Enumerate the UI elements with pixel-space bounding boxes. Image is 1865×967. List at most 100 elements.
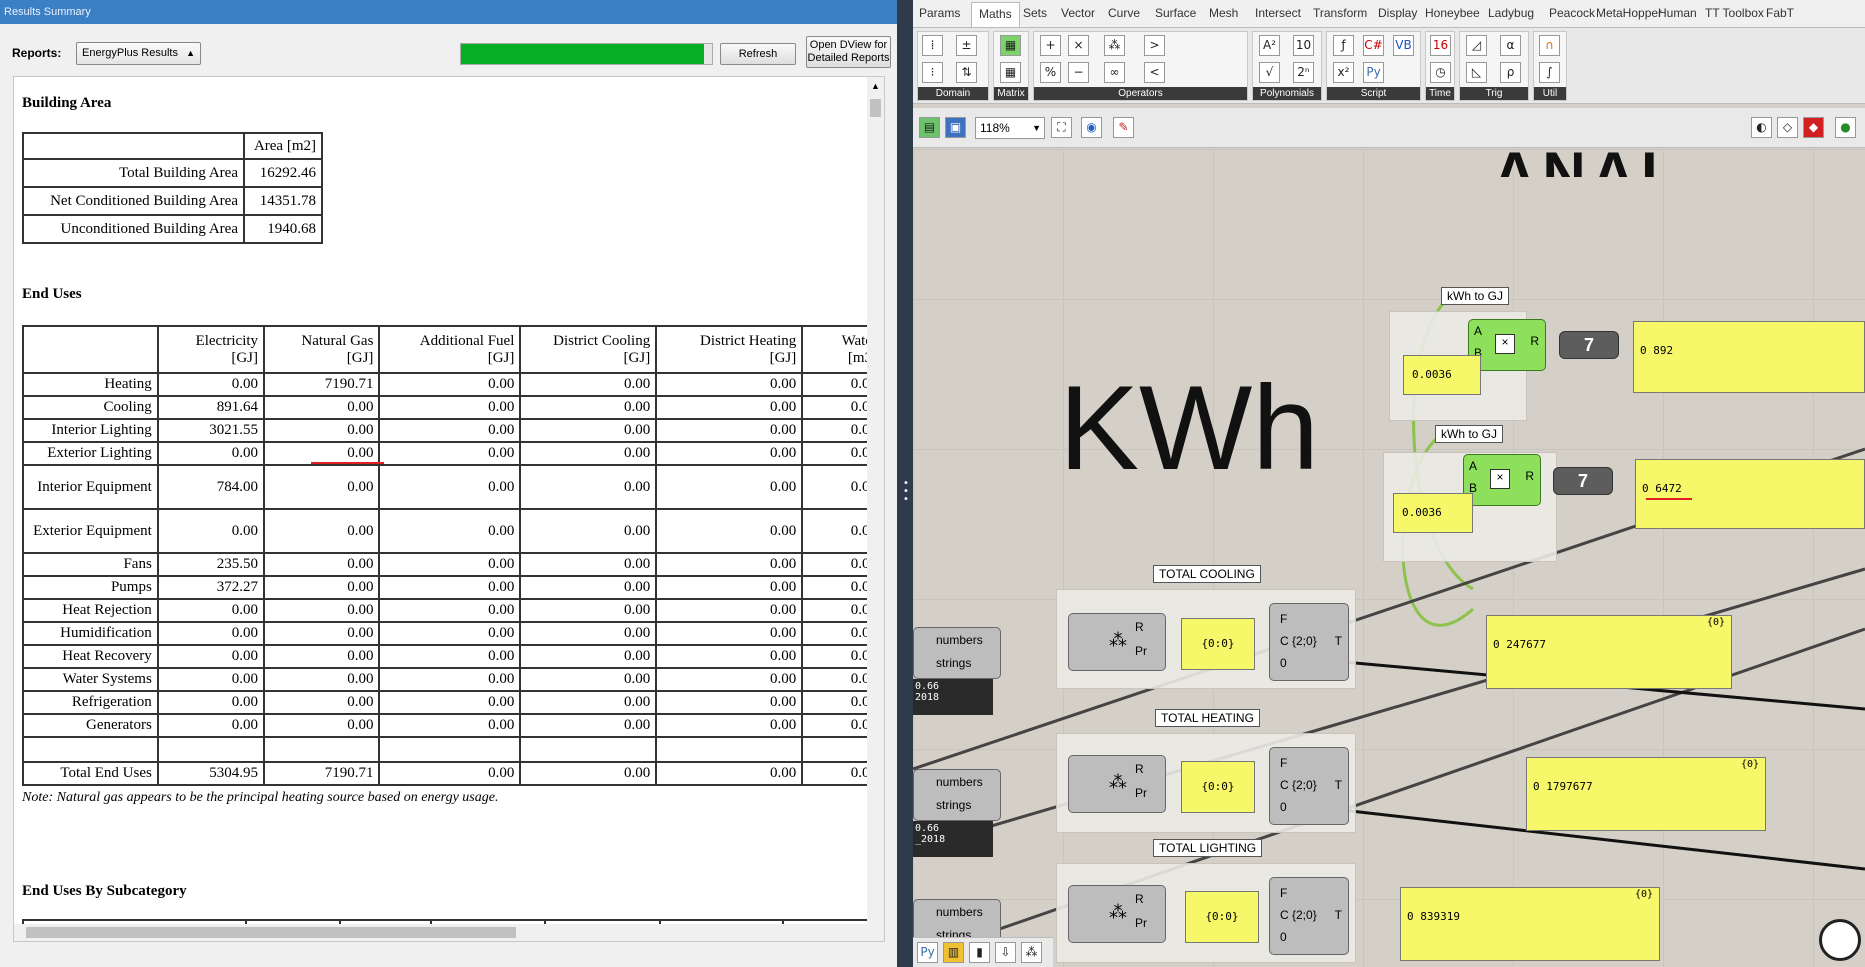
python-icon[interactable]: Py <box>1363 62 1384 83</box>
ribbon-group-polynomials: A² 10 √ 2ⁿ Polynomials <box>1252 31 1322 101</box>
open-dview-button[interactable]: Open DView for Detailed Reports <box>806 36 891 68</box>
tab-params[interactable]: Params <box>919 6 960 20</box>
gate-icon[interactable]: ⁂ <box>1021 942 1042 963</box>
hscroll-thumb[interactable] <box>26 927 516 938</box>
wire-icon[interactable]: ◇ <box>1777 117 1798 138</box>
open-file-icon[interactable]: ▤ <box>919 117 940 138</box>
scroll-thumb[interactable] <box>870 99 881 117</box>
smooth-icon[interactable]: ∫ <box>1539 62 1560 83</box>
lighting-total-panel[interactable]: {0} 0 839319 <box>1400 887 1660 961</box>
zoom-combo[interactable]: 118% ▼ <box>975 117 1045 139</box>
factor-panel-1[interactable]: 0.0036 <box>1403 355 1481 395</box>
reports-dropdown[interactable]: EnergyPlus Results ▲ <box>76 42 201 65</box>
save-icon[interactable]: ▣ <box>945 117 966 138</box>
tab-sets[interactable]: Sets <box>1023 6 1047 20</box>
divide-domain-icon[interactable]: ⁝ <box>922 62 943 83</box>
tab-tt-toolbox[interactable]: TT Toolbox <box>1705 6 1764 20</box>
tab-ladybug[interactable]: Ladybug <box>1488 6 1534 20</box>
param-component-cooling[interactable]: numbers strings <box>913 627 1001 679</box>
expression-icon[interactable]: ƒ <box>1333 35 1354 56</box>
square-root-icon[interactable]: √ <box>1259 62 1280 83</box>
preview-mode-icon[interactable]: ◐ <box>1751 117 1772 138</box>
csharp-icon[interactable]: C# <box>1363 35 1384 56</box>
tab-intersect[interactable]: Intersect <box>1255 6 1301 20</box>
right-triangle-icon[interactable]: ◺ <box>1466 62 1487 83</box>
scroll-up-icon[interactable]: ▲ <box>871 81 880 91</box>
tab-surface[interactable]: Surface <box>1155 6 1196 20</box>
heating-total-panel[interactable]: {0} 0 1797677 <box>1526 757 1766 831</box>
cooling-total-panel[interactable]: {0} 0 247677 <box>1486 615 1732 689</box>
power-icon[interactable]: A² <box>1259 35 1280 56</box>
navigation-wheel-icon[interactable] <box>1819 919 1861 961</box>
tab-curve[interactable]: Curve <box>1108 6 1140 20</box>
subtraction-icon[interactable]: − <box>1068 62 1089 83</box>
tab-mesh[interactable]: Mesh <box>1209 6 1238 20</box>
tab-maths[interactable]: Maths <box>971 2 1020 27</box>
multiplication-component-2[interactable]: AB × R <box>1463 454 1541 506</box>
battery-icon[interactable]: ▮ <box>969 942 990 963</box>
path-panel-lighting[interactable]: {0:0} <box>1185 891 1259 943</box>
multiplication-icon[interactable]: × <box>1068 35 1089 56</box>
digits-component-1[interactable]: 7 <box>1559 331 1619 359</box>
flatten-component-lighting[interactable]: R Pr ⁂ <box>1068 885 1166 943</box>
zoom-extents-icon[interactable]: ⛶ <box>1051 117 1072 138</box>
loop-icon[interactable]: ∞ <box>1104 62 1125 83</box>
matrix-ops-icon[interactable]: ▦ <box>1000 62 1021 83</box>
bounds-icon[interactable]: ± <box>956 35 977 56</box>
modulus-icon[interactable]: % <box>1040 62 1061 83</box>
grasshopper-canvas[interactable]: ANAL KWh kWh to GJ kWh to GJ AB × R AB ×… <box>913 140 1865 967</box>
bell-curve-icon[interactable]: ∩ <box>1539 35 1560 56</box>
tab-fabt[interactable]: FabT <box>1766 6 1794 20</box>
flatten-component-cooling[interactable]: R Pr ⁂ <box>1068 613 1166 671</box>
factor-panel-2[interactable]: 0.0036 <box>1393 493 1473 533</box>
path-panel-cooling[interactable]: {0:0} <box>1181 618 1255 670</box>
tab-human[interactable]: Human <box>1658 6 1697 20</box>
digits-component-2[interactable]: 7 <box>1553 467 1613 495</box>
flatten-component-heating[interactable]: R Pr ⁂ <box>1068 755 1166 813</box>
tab-vector[interactable]: Vector <box>1061 6 1095 20</box>
window-splitter[interactable]: • • • <box>897 0 913 967</box>
table-cell: 0.00 <box>156 713 266 738</box>
evaluate-icon[interactable]: x² <box>1333 62 1354 83</box>
tab-metahopper[interactable]: MetaHopper <box>1596 6 1662 20</box>
horizontal-scrollbar[interactable] <box>14 924 884 941</box>
filter-component-lighting[interactable]: FC {2;0} 0 T <box>1269 877 1349 955</box>
domain-icon[interactable]: ⁞ <box>922 35 943 56</box>
tab-display[interactable]: Display <box>1378 6 1417 20</box>
path-panel-heating[interactable]: {0:0} <box>1181 761 1255 813</box>
report-viewer[interactable]: Building Area Area [m2] Total Building A… <box>13 76 885 942</box>
addition-icon[interactable]: + <box>1040 35 1061 56</box>
row-label: Refrigeration <box>22 690 159 715</box>
less-than-icon[interactable]: < <box>1144 62 1165 83</box>
tab-transform[interactable]: Transform <box>1313 6 1367 20</box>
greater-than-icon[interactable]: > <box>1144 35 1165 56</box>
clock-icon[interactable]: ◷ <box>1430 62 1451 83</box>
alpha-icon[interactable]: α <box>1500 35 1521 56</box>
vertical-scrollbar[interactable]: ▲ <box>867 77 884 941</box>
filter-component-cooling[interactable]: FC {2;0} 0 T <box>1269 603 1349 681</box>
tab-peacock[interactable]: Peacock <box>1549 6 1595 20</box>
result-panel-1[interactable]: 0 892 <box>1633 321 1865 393</box>
row-label: Fans <box>22 552 159 577</box>
sketch-icon[interactable]: ✎ <box>1113 117 1134 138</box>
ratio-icon[interactable]: ρ <box>1500 62 1521 83</box>
tab-honeybee[interactable]: Honeybee <box>1425 6 1480 20</box>
refresh-button[interactable]: Refresh <box>720 43 796 65</box>
bake-icon[interactable]: ▥ <box>943 942 964 963</box>
matrix-icon[interactable]: ▦ <box>1000 35 1021 56</box>
gate-icon[interactable]: ⁂ <box>1104 35 1125 56</box>
triangle-icon[interactable]: ◿ <box>1466 35 1487 56</box>
power-of-ten-icon[interactable]: 10 <box>1293 35 1314 56</box>
selected-preview-icon[interactable]: ◆ <box>1803 117 1824 138</box>
result-panel-2[interactable]: 0 6472 <box>1635 459 1865 529</box>
shading-icon[interactable]: ● <box>1835 117 1856 138</box>
download-icon[interactable]: ⇩ <box>995 942 1016 963</box>
filter-component-heating[interactable]: FC {2;0} 0 T <box>1269 747 1349 825</box>
preview-eye-icon[interactable]: ◉ <box>1081 117 1102 138</box>
calendar-icon[interactable]: 16 <box>1430 35 1451 56</box>
power-of-two-icon[interactable]: 2ⁿ <box>1293 62 1314 83</box>
python-icon[interactable]: Py <box>917 942 938 963</box>
param-component-heating[interactable]: numbers strings <box>913 769 1001 821</box>
remap-icon[interactable]: ⇅ <box>956 62 977 83</box>
vb-icon[interactable]: VB <box>1393 35 1414 56</box>
